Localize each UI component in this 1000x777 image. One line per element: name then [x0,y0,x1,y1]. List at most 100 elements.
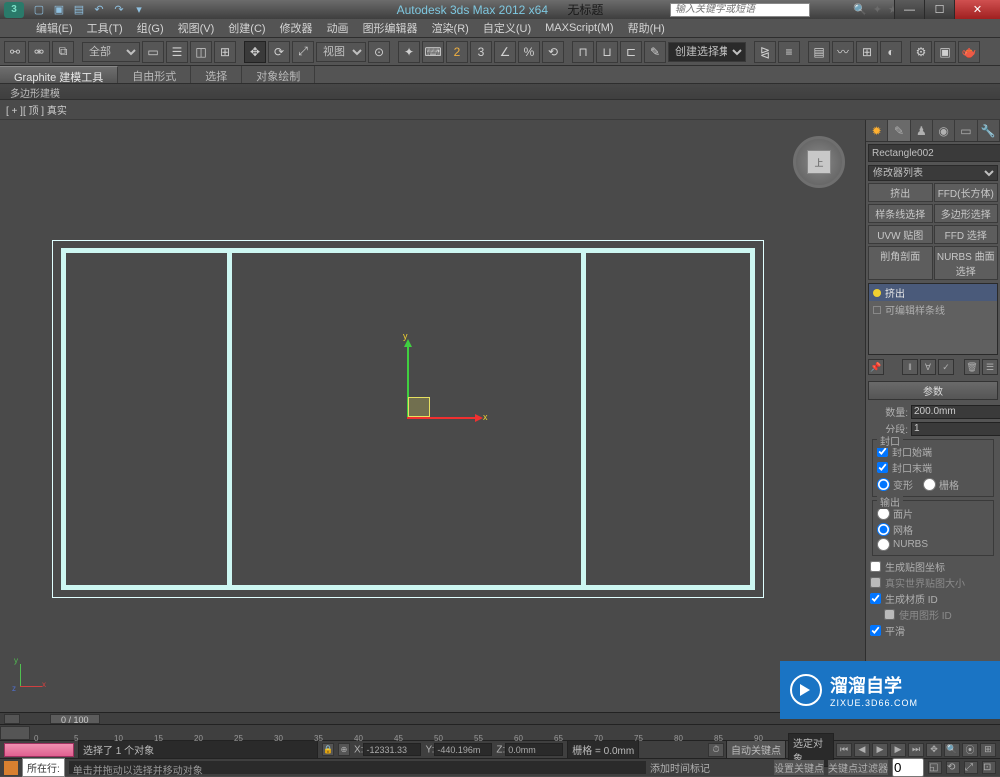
menu-animation[interactable]: 动画 [327,20,349,36]
material-icon[interactable]: ◐ [880,41,902,63]
menu-graph[interactable]: 图形编辑器 [363,20,418,36]
pin-stack-icon[interactable]: 📌 [868,359,884,375]
move-icon[interactable]: ✥ [244,41,266,63]
percent-snap-icon[interactable]: % [518,41,540,63]
menu-group[interactable]: 组(G) [137,20,164,36]
remove-modifier-icon[interactable]: 🗑 [964,359,980,375]
menu-views[interactable]: 视图(V) [178,20,215,36]
ribbon-tab-freeform[interactable]: 自由形式 [118,66,191,83]
cap-end-check[interactable] [877,462,888,473]
gen-mat-check[interactable] [870,593,881,604]
amount-input[interactable] [911,405,1000,419]
qat-open-icon[interactable]: ▣ [52,3,66,17]
magnet3-icon[interactable]: ⊏ [620,41,642,63]
manip-icon[interactable]: ✦ [398,41,420,63]
menu-maxscript[interactable]: MAXScript(M) [545,22,613,34]
tab-utilities-icon[interactable]: 🔧 [978,120,1000,141]
layers-icon[interactable]: ▤ [808,41,830,63]
prev-frame-icon[interactable]: ◀ [854,743,870,757]
qat-undo-icon[interactable]: ↶ [92,3,106,17]
tab-modify-icon[interactable]: ✎ [888,120,910,141]
select-region-icon[interactable]: ◫ [190,41,212,63]
rotate-icon[interactable]: ⟳ [268,41,290,63]
selection-filter[interactable]: 全部 [82,42,140,62]
object-name-input[interactable] [868,144,1000,162]
minimize-button[interactable]: — [894,0,924,19]
angle-snap-icon[interactable]: ∠ [494,41,516,63]
keyfilter-button[interactable]: 关键点过滤器 [828,760,888,775]
modifier-list-dropdown[interactable]: 修改器列表 [868,165,998,181]
named-sel-set[interactable]: 创建选择集 [668,42,746,62]
mesh-radio[interactable] [877,523,890,536]
goto-start-icon[interactable]: ⏮ [836,743,852,757]
morph-radio[interactable] [877,478,890,491]
viewcube-face[interactable]: 上 [807,150,831,174]
tab-motion-icon[interactable]: ◉ [933,120,955,141]
realworld-check[interactable] [870,577,881,588]
unlink-icon[interactable]: ⚮ [28,41,50,63]
coord-x-input[interactable] [363,743,421,756]
gizmo-x-axis[interactable] [407,417,481,419]
segs-input[interactable] [911,422,1000,436]
select-name-icon[interactable]: ☰ [166,41,188,63]
snap3d-icon[interactable]: 3 [470,41,492,63]
coord-y-input[interactable] [434,743,492,756]
current-frame-input[interactable] [892,758,924,777]
schematic-icon[interactable]: ⊞ [856,41,878,63]
timeslider-grip-icon[interactable] [4,714,20,724]
qat-dropdown-icon[interactable]: ▾ [132,3,146,17]
window-crossing-icon[interactable]: ⊞ [214,41,236,63]
menu-modifiers[interactable]: 修改器 [280,20,313,36]
mod-btn-ffd[interactable]: FFD(长方体) [934,183,999,202]
mod-btn-ffdsel[interactable]: FFD 选择 [934,225,999,244]
menu-help[interactable]: 帮助(H) [628,20,665,36]
vp-zoom-icon[interactable]: 🔍 [944,743,960,757]
menu-create[interactable]: 创建(C) [228,20,265,36]
mod-btn-splinesel[interactable]: 样条线选择 [868,204,933,223]
autokey-button[interactable]: 自动关键点 [726,740,786,759]
coord-abs-icon[interactable]: ⊕ [338,743,350,756]
play-icon[interactable]: ▶ [872,743,888,757]
add-time-tag[interactable]: 添加时间标记 [650,760,770,775]
qat-redo-icon[interactable]: ↷ [112,3,126,17]
coord-z-input[interactable] [505,743,563,756]
stack-item-editspline[interactable]: 可编辑样条线 [869,301,997,318]
stack-btn2-icon[interactable]: ∀ [920,359,936,375]
bulb-icon[interactable] [873,289,881,297]
time-slider-handle[interactable]: 0 / 100 [50,714,100,724]
mod-btn-uvw[interactable]: UVW 贴图 [868,225,933,244]
ref-coord-system[interactable]: 视图 [316,42,366,62]
smooth-check[interactable] [870,625,881,636]
mod-btn-extrude[interactable]: 挤出 [868,183,933,202]
mod-btn-chamfer[interactable]: 削角剖面 [868,246,933,280]
magnet2-icon[interactable]: ⊔ [596,41,618,63]
next-frame-icon[interactable]: ▶ [890,743,906,757]
maximize-button[interactable]: ☐ [924,0,954,19]
vp-fov-icon[interactable]: ⦿ [962,743,978,757]
paint-icon[interactable]: ✎ [644,41,666,63]
curve-editor-icon[interactable]: 〰 [832,41,854,63]
nurbs-radio[interactable] [877,538,890,551]
qat-new-icon[interactable]: ▢ [32,3,46,17]
use-shape-check[interactable] [884,609,895,620]
gizmo-xy-plane[interactable] [408,397,430,417]
lock-icon[interactable]: 🔒 [322,743,334,756]
mirror-icon[interactable]: ⧎ [754,41,776,63]
align-icon[interactable]: ≡ [778,41,800,63]
link-icon[interactable]: ⚯ [4,41,26,63]
help-search-input[interactable] [670,3,810,17]
stack-btn1-icon[interactable]: ‖ [902,359,918,375]
bind-icon[interactable]: ⧉ [52,41,74,63]
viewport[interactable]: x y x y z 上 [0,120,865,712]
tab-create-icon[interactable]: ✹ [866,120,888,141]
status-swatch[interactable] [4,743,74,757]
menu-edit[interactable]: 编辑(E) [36,20,73,36]
scale-icon[interactable]: ⤢ [292,41,314,63]
trackbar-toggle-icon[interactable] [0,726,30,740]
ribbon-tab-objpaint[interactable]: 对象绘制 [242,66,315,83]
goto-end-icon[interactable]: ⏭ [908,743,924,757]
configure-sets-icon[interactable]: ☰ [982,359,998,375]
vp-max-icon[interactable]: ⊞ [980,743,996,757]
render-frame-icon[interactable]: ▣ [934,41,956,63]
keyboard-icon[interactable]: ⌨ [422,41,444,63]
